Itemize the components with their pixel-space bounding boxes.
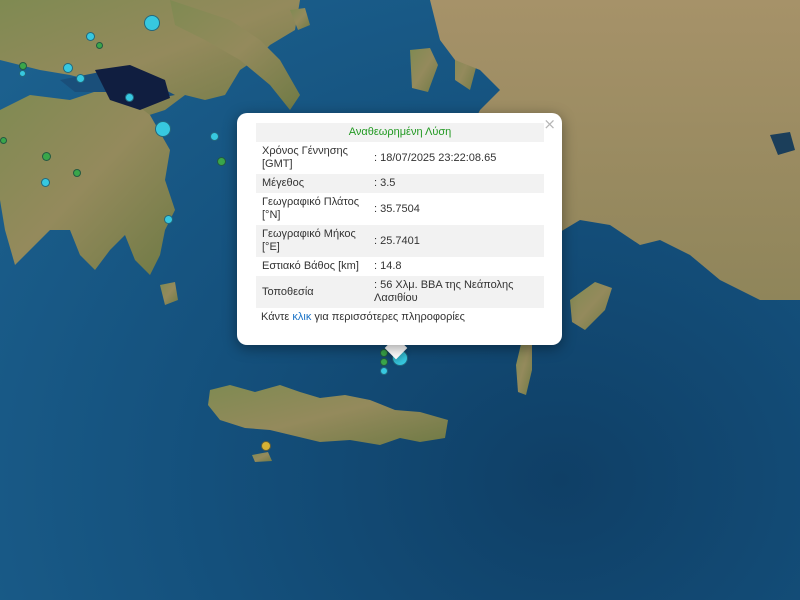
earthquake-marker[interactable]	[164, 215, 173, 224]
more-info-link[interactable]: κλικ	[292, 311, 311, 323]
latitude-label: Γεωγραφικό Πλάτος [°N]	[262, 196, 360, 221]
earthquake-marker[interactable]	[380, 358, 388, 366]
close-icon[interactable]: ×	[543, 116, 556, 132]
more-info-prefix: Κάντε	[261, 311, 293, 323]
earthquake-info-popup: × Αναθεωρημένη Λύση Χρόνος Γέννησης [GMT…	[237, 113, 562, 345]
longitude-value: : 25.7401	[374, 225, 544, 257]
depth-label: Εστιακό Βάθος [km]	[262, 260, 359, 272]
earthquake-details-table: Αναθεωρημένη Λύση Χρόνος Γέννησης [GMT] …	[256, 123, 544, 308]
earthquake-marker[interactable]	[76, 74, 85, 83]
earthquake-marker[interactable]	[144, 15, 160, 31]
magnitude-value: : 3.5	[374, 174, 544, 193]
crete	[208, 385, 448, 445]
earthquake-marker[interactable]	[96, 42, 103, 49]
map[interactable]: × Αναθεωρημένη Λύση Χρόνος Γέννησης [GMT…	[0, 0, 800, 600]
kythira	[160, 282, 178, 305]
longitude-label: Γεωγραφικό Μήκος [°E]	[256, 225, 374, 257]
earthquake-marker[interactable]	[380, 367, 388, 375]
latitude-value: : 35.7504	[374, 202, 420, 215]
earthquake-marker[interactable]	[42, 152, 51, 161]
earthquake-marker[interactable]	[41, 178, 50, 187]
peloponnese	[0, 90, 175, 275]
karpathos	[516, 338, 532, 395]
earthquake-marker[interactable]	[73, 169, 81, 177]
rhodes	[570, 282, 612, 330]
earthquake-marker[interactable]	[155, 121, 171, 137]
popup-title: Αναθεωρημένη Λύση	[256, 123, 544, 142]
more-info-suffix: για περισσότερες πληροφορίες	[311, 311, 465, 323]
location-value: : 56 Χλμ. ΒΒΑ της Νεάπολης Λασιθίου	[374, 276, 544, 308]
earthquake-marker[interactable]	[19, 70, 26, 77]
earthquake-marker[interactable]	[261, 441, 271, 451]
earthquake-marker[interactable]	[86, 32, 95, 41]
earthquake-marker[interactable]	[63, 63, 73, 73]
earthquake-marker[interactable]	[19, 62, 27, 70]
magnitude-label: Μέγεθος	[256, 174, 374, 193]
earthquake-marker[interactable]	[210, 132, 219, 141]
earthquake-marker[interactable]	[0, 137, 7, 144]
location-label: Τοποθεσία	[256, 276, 374, 308]
earthquake-marker[interactable]	[217, 157, 226, 166]
origin-time-value: : 18/07/2025 23:22:08.65	[374, 151, 497, 164]
depth-value: : 14.8	[374, 260, 402, 272]
origin-time-label: Χρόνος Γέννησης [GMT]	[262, 145, 348, 170]
more-info-line: Κάντε κλικ για περισσότερες πληροφορίες	[256, 311, 544, 323]
earthquake-marker[interactable]	[125, 93, 134, 102]
